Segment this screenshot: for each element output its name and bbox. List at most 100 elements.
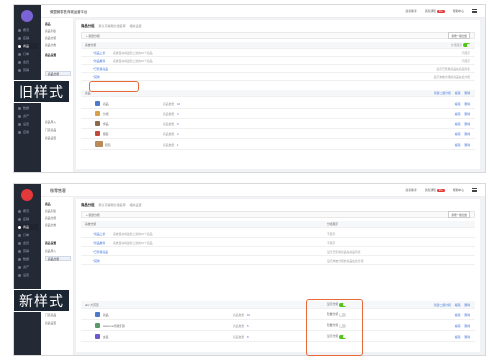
item-count[interactable]: 5: [247, 324, 249, 328]
tab-goods-group[interactable]: 商品分组: [81, 23, 95, 28]
delete-link[interactable]: 删除: [464, 143, 470, 147]
item-count[interactable]: 3: [177, 112, 179, 116]
sub-sidebar-item[interactable]: 商品分组: [45, 215, 71, 220]
sidebar-item-overview[interactable]: 概况: [18, 27, 38, 33]
delete-link[interactable]: 删除: [464, 91, 470, 95]
header-link[interactable]: 消息通知 99+: [425, 188, 445, 192]
sub-sidebar-item[interactable]: 商品分类: [45, 222, 71, 227]
goods-thumbnail: [95, 121, 100, 126]
menu-icon[interactable]: [472, 9, 477, 13]
sidebar-item-goods[interactable]: 商品: [18, 224, 38, 230]
sidebar-item-orders[interactable]: 订单: [18, 232, 38, 238]
edit-link[interactable]: 编辑: [455, 324, 461, 328]
group-name[interactable]: *商品上架: [93, 232, 105, 236]
group-name[interactable]: *新品推荐: [93, 241, 105, 245]
sidebar-item-orders[interactable]: 订单: [18, 51, 38, 57]
group-name[interactable]: *其他: [93, 75, 100, 79]
delete-link[interactable]: 删除: [464, 313, 470, 317]
sidebar-item-assets[interactable]: 资产: [18, 113, 38, 119]
edit-link[interactable]: 编辑: [455, 91, 461, 95]
header-link[interactable]: 帮助中心: [453, 9, 464, 13]
tab-hint-link[interactable]: 相关设置: [130, 24, 142, 28]
edit-link[interactable]: 编辑: [455, 313, 461, 317]
delete-link[interactable]: 删除: [464, 324, 470, 328]
sub-sidebar-item[interactable]: 商品导入: [45, 119, 71, 124]
sub-sidebar-item[interactable]: 商品设置: [45, 320, 71, 325]
sidebar-item-store[interactable]: 店铺: [18, 216, 38, 222]
sidebar-item-goods[interactable]: 商品: [18, 43, 38, 49]
delete-link[interactable]: 删除: [464, 303, 470, 307]
sidebar-item-settings[interactable]: 设置: [18, 272, 38, 278]
sub-sidebar-item[interactable]: 商品列表: [45, 208, 71, 213]
group-right: 分组展示: [327, 222, 339, 226]
tab-goods-group[interactable]: 商品分组: [81, 202, 95, 207]
assets-icon: [18, 114, 21, 118]
sub-sidebar-item-selected[interactable]: 商品分组: [45, 256, 71, 261]
page-tabs: 商品分组 默认可编辑分组名称 相关设置: [81, 23, 142, 28]
item-count[interactable]: 10: [177, 102, 180, 106]
edit-link[interactable]: 编辑: [455, 112, 461, 116]
system-group-row: *其他 显示未被分组的商品在此分组: [81, 257, 475, 265]
sub-sidebar-item[interactable]: 商品设置: [45, 135, 71, 140]
sidebar-item-assets[interactable]: 资产: [18, 264, 38, 270]
add-top-group-button[interactable]: 新增一级分组: [448, 211, 470, 218]
header-link[interactable]: 消息通知 99+: [425, 9, 445, 13]
add-subgroup-link[interactable]: 新建二级分组: [434, 303, 451, 307]
list-item: 分组 商品数量 3 编辑 删除: [81, 110, 475, 119]
sidebar-item-data[interactable]: 数据: [18, 105, 38, 111]
system-group-row: 系统分组 分组展示: [81, 221, 475, 228]
sidebar-item-marketing[interactable]: 营销: [18, 67, 38, 73]
group-name[interactable]: *新品推荐: [93, 59, 105, 63]
group-toggle[interactable]: [463, 43, 470, 48]
sidebar-item-members[interactable]: 会员: [18, 240, 38, 246]
sub-sidebar-section-goods: 商品: [45, 201, 51, 206]
sub-sidebar-item-selected[interactable]: 商品分组: [45, 71, 71, 76]
delete-link[interactable]: 删除: [464, 335, 470, 339]
item-count-label: 商品数量: [163, 122, 175, 126]
group-name[interactable]: *其他: [93, 259, 100, 263]
delete-link[interactable]: 删除: [464, 112, 470, 116]
delete-link[interactable]: 删除: [464, 132, 470, 136]
sidebar-item-settings[interactable]: 设置: [18, 121, 38, 127]
sub-sidebar-item[interactable]: 门店商品: [45, 127, 71, 132]
sidebar-item-members[interactable]: 会员: [18, 59, 38, 65]
sidebar-item-store[interactable]: 店铺: [18, 35, 38, 41]
group-name[interactable]: *已售罄商品: [93, 67, 108, 71]
add-group-link[interactable]: + 新建分组: [86, 34, 100, 38]
edit-link[interactable]: 编辑: [455, 303, 461, 307]
item-count[interactable]: 10: [247, 313, 250, 317]
sidebar-item-overview[interactable]: 概况: [18, 208, 38, 214]
sub-sidebar-item[interactable]: 商品列表: [45, 28, 71, 33]
header-link[interactable]: 帮助中心: [453, 188, 464, 192]
item-count[interactable]: 5: [177, 122, 179, 126]
group-right: 不展示: [461, 59, 470, 63]
sidebar-item-marketing[interactable]: 营销: [18, 248, 38, 254]
sub-sidebar-item[interactable]: 商品分组: [45, 35, 71, 40]
sub-sidebar-item[interactable]: 门店商品: [45, 312, 71, 317]
delete-link[interactable]: 删除: [464, 122, 470, 126]
item-count[interactable]: 8: [247, 335, 249, 339]
item-count[interactable]: 2: [177, 132, 179, 136]
tab-hint-link[interactable]: 相关设置: [130, 203, 142, 207]
sidebar-item-apps[interactable]: 应用: [18, 129, 38, 135]
group-name[interactable]: *已售罄商品: [93, 250, 108, 254]
edit-link[interactable]: 编辑: [455, 102, 461, 106]
edit-link[interactable]: 编辑: [455, 335, 461, 339]
add-subgroup-link[interactable]: 新建二级分组: [434, 91, 451, 95]
edit-link[interactable]: 编辑: [455, 132, 461, 136]
item-count[interactable]: 1: [177, 143, 179, 147]
header-link[interactable]: 商家助手: [406, 9, 417, 13]
sidebar-item-data[interactable]: 数据: [18, 256, 38, 262]
menu-icon[interactable]: [472, 188, 477, 192]
delete-link[interactable]: 删除: [464, 102, 470, 106]
header-link[interactable]: 商家助手: [406, 188, 417, 192]
edit-link[interactable]: 编辑: [455, 143, 461, 147]
add-top-group-button[interactable]: 新增一级分组: [448, 32, 470, 39]
sub-sidebar-item[interactable]: 商品分类: [45, 42, 71, 47]
sub-sidebar-item[interactable]: 商品导入: [45, 248, 71, 253]
group-name[interactable]: *商品上架: [93, 51, 105, 55]
group-right: 显示未被分组的商品在此分组: [327, 258, 364, 263]
add-group-link[interactable]: + 新建分组: [86, 213, 100, 217]
sub-sidebar: 商品 商品列表 商品分组 商品分类 商品设置 商品导入 商品分组 门店商品 商品…: [41, 184, 74, 355]
edit-link[interactable]: 编辑: [455, 122, 461, 126]
